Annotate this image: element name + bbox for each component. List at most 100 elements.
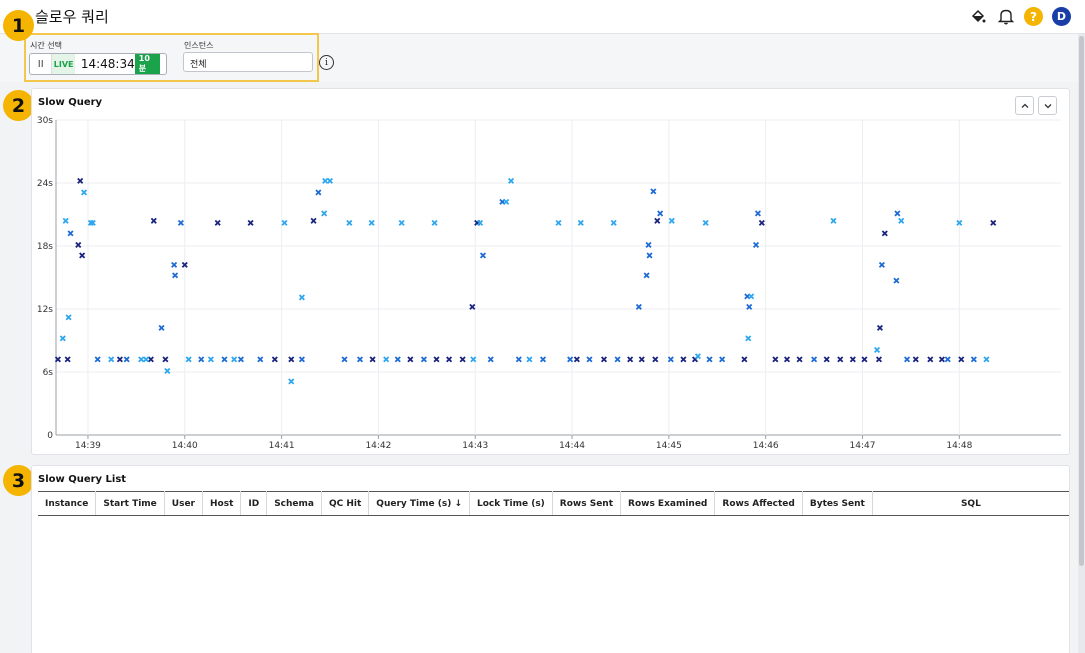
page-scrollbar[interactable] [1078,34,1085,653]
data-point [577,219,584,226]
data-point [652,356,659,363]
instance-select[interactable]: 전체 [183,52,313,72]
x-tick-label: 14:48 [946,441,972,451]
bell-icon[interactable] [996,7,1015,26]
column-header-schema[interactable]: Schema [266,491,322,516]
x-tick-label: 14:44 [559,441,585,451]
table-header-row: Instance Start Time User Host ID Schema … [38,491,1069,516]
data-point [680,356,687,363]
column-header-bytes-sent[interactable]: Bytes Sent [802,491,873,516]
help-icon[interactable]: ? [1024,7,1043,26]
data-point [823,356,830,363]
data-point [878,261,885,268]
data-point [433,356,440,363]
data-point [650,188,657,195]
list-title: Slow Query List [38,474,127,485]
data-point [171,261,178,268]
data-point [116,356,123,363]
data-point [944,356,951,363]
column-header-instance[interactable]: Instance [38,491,97,516]
pause-button[interactable]: II [30,54,53,74]
user-avatar[interactable]: D [1052,7,1071,26]
data-point [614,356,621,363]
data-point [172,272,179,279]
paint-bucket-icon[interactable] [968,7,987,26]
range-badge[interactable]: 10분 [134,54,160,74]
data-point [310,217,317,224]
data-point [394,356,401,363]
data-point [645,241,652,248]
data-point [741,356,748,363]
slow-query-list-panel: Slow Query List Instance Start Time User… [31,465,1070,653]
column-header-host[interactable]: Host [202,491,242,516]
column-header-rows-examined[interactable]: Rows Examined [620,491,716,516]
info-icon[interactable]: i [319,55,334,70]
data-point [526,356,533,363]
y-tick-label: 6s [43,368,54,378]
data-point [754,210,761,217]
column-header-query-time[interactable]: Query Time (s) ↓ [368,491,470,516]
data-point [479,252,487,259]
data-point [271,356,278,363]
column-header-rows-affected[interactable]: Rows Affected [714,491,803,516]
step-marker-1: 1 [3,10,34,41]
data-point [811,356,818,363]
data-point [162,356,169,363]
data-point [638,356,645,363]
live-time: 14:48:34 [80,57,135,71]
x-tick-label: 14:46 [753,441,779,451]
data-point [138,356,145,363]
data-point [830,217,837,224]
data-point [65,314,72,321]
data-point [898,217,905,224]
data-point [668,217,675,224]
scroll-thumb[interactable] [1079,36,1084,566]
data-point [81,189,88,196]
data-point [446,356,453,363]
column-header-rows-sent[interactable]: Rows Sent [552,491,622,516]
data-point [904,356,911,363]
column-header-id[interactable]: ID [240,491,268,516]
data-point [59,335,66,342]
column-header-qc-hit[interactable]: QC Hit [321,491,370,516]
data-point [398,219,405,226]
data-point [938,356,945,363]
data-point [748,293,755,300]
column-header-user[interactable]: User [164,491,204,516]
data-point [876,324,883,331]
data-point [143,356,150,363]
y-tick-label: 18s [37,242,53,252]
live-time-control[interactable]: II LIVE 14:48:34 10분 [29,53,167,75]
data-point [893,277,900,284]
data-point [298,356,305,363]
data-point [459,356,466,363]
column-header-sql[interactable]: SQL [872,491,1069,516]
data-point [555,219,562,226]
data-point [150,217,157,224]
x-tick-label: 14:45 [656,441,682,451]
data-point [600,356,608,363]
instance-label: 인스턴스 [184,41,214,50]
data-point [646,252,653,259]
data-point [123,356,130,363]
data-point [643,272,650,279]
data-point [694,353,701,360]
data-point [94,356,101,363]
data-point [875,356,883,363]
data-point [837,356,844,363]
data-point [158,324,165,331]
data-point [702,219,709,226]
data-point [214,219,221,226]
column-header-lock-time[interactable]: Lock Time (s) [469,491,553,516]
y-tick-label: 0 [47,431,53,441]
data-point [75,241,82,248]
slow-query-chart-panel: Slow Query 0 6s 12s 18s 24s 30s 14:39 14:40 14:4… [31,88,1070,455]
column-header-start-time[interactable]: Start Time [95,491,165,516]
data-point [147,356,154,363]
data-point [237,356,244,363]
data-point [758,219,765,226]
data-point [288,356,295,363]
data-point [198,356,205,363]
data-point [341,356,348,363]
data-point [79,252,86,259]
